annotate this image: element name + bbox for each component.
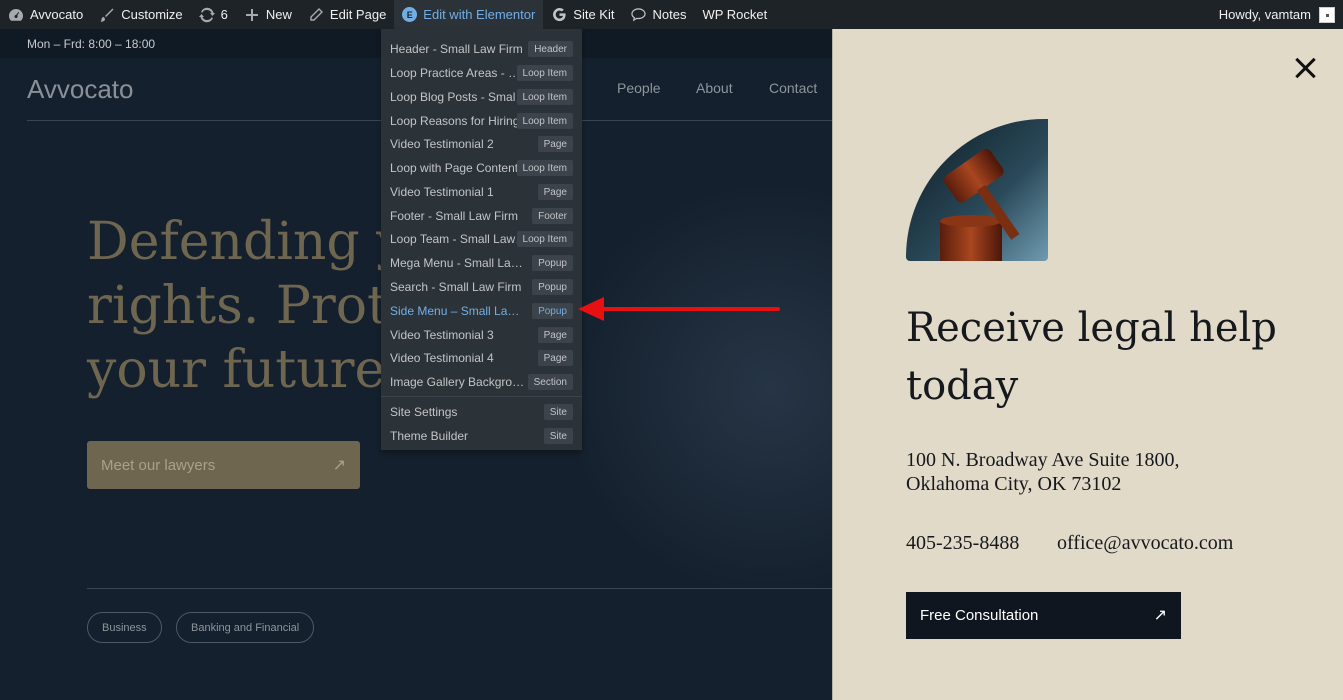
dropdown-item-mega-menu[interactable]: Mega Menu - Small Law Firm Popup xyxy=(381,251,582,275)
section-divider xyxy=(87,588,832,589)
free-consultation-button[interactable]: Free Consultation ↗ xyxy=(906,592,1181,639)
new-content-link[interactable]: New xyxy=(236,0,300,29)
dropdown-item-side-menu[interactable]: Side Menu – Small Law Firm Popup xyxy=(381,299,582,323)
edit-page-label: Edit Page xyxy=(329,7,387,22)
close-icon[interactable] xyxy=(1294,57,1316,79)
phone-link[interactable]: 405-235-8488 xyxy=(906,532,1019,555)
type-badge: Loop Item xyxy=(516,160,573,176)
side-menu-popup: Receive legal help today 100 N. Broadway… xyxy=(832,29,1343,700)
type-badge: Popup xyxy=(532,303,573,319)
admin-site-menu[interactable]: Avvocato xyxy=(0,0,91,29)
consultation-label: Free Consultation xyxy=(920,607,1039,624)
site-kit-label: Site Kit xyxy=(573,7,615,22)
account-menu[interactable]: Howdy, vamtam xyxy=(1218,6,1343,23)
updates-link[interactable]: 6 xyxy=(191,0,236,29)
dropdown-item-loop-practice[interactable]: Loop Practice Areas - Small Law Firm Loo… xyxy=(381,61,582,85)
dropdown-item-video-2[interactable]: Video Testimonial 2 Page xyxy=(381,132,582,156)
dropdown-item-video-4[interactable]: Video Testimonial 4 Page xyxy=(381,346,582,370)
dropdown-divider xyxy=(381,396,582,397)
cta-label: Meet our lawyers xyxy=(101,456,216,474)
dropdown-item-loop-blog[interactable]: Loop Blog Posts - Small Law Firm Loop It… xyxy=(381,85,582,109)
refresh-icon xyxy=(198,7,215,23)
notes-link[interactable]: Notes xyxy=(622,0,694,29)
dropdown-item-video-1[interactable]: Video Testimonial 1 Page xyxy=(381,180,582,204)
dropdown-item-search[interactable]: Search - Small Law Firm Popup xyxy=(381,275,582,299)
arrow-up-right-icon: ↗ xyxy=(332,457,346,474)
email-link[interactable]: office@avvocato.com xyxy=(1057,532,1233,555)
customize-link[interactable]: Customize xyxy=(91,0,190,29)
dropdown-item-loop-page-content[interactable]: Loop with Page Content Loop Item xyxy=(381,156,582,180)
type-badge: Loop Item xyxy=(516,231,573,247)
type-badge: Site xyxy=(543,404,573,420)
edit-page-link[interactable]: Edit Page xyxy=(300,0,394,29)
dashboard-icon xyxy=(8,7,24,23)
admin-bar: Avvocato Customize 6 New Edit Page E Edi… xyxy=(0,0,1343,29)
dropdown-item-loop-reasons[interactable]: Loop Reasons for Hiring Loop Item xyxy=(381,109,582,133)
customize-label: Customize xyxy=(121,7,183,22)
hours-text: Mon – Frd: 8:00 – 18:00 xyxy=(27,36,156,51)
notes-label: Notes xyxy=(652,7,687,22)
nav-contact[interactable]: Contact xyxy=(769,80,817,96)
tag-banking[interactable]: Banking and Financial xyxy=(176,612,315,643)
nav-about[interactable]: About xyxy=(696,80,733,96)
tag-business[interactable]: Business xyxy=(87,612,162,643)
dropdown-item-video-3[interactable]: Video Testimonial 3 Page xyxy=(381,323,582,347)
paintbrush-icon xyxy=(99,7,115,23)
type-badge: Loop Item xyxy=(516,113,573,129)
edit-elementor-label: Edit with Elementor xyxy=(423,7,536,22)
site-logo[interactable]: Avvocato xyxy=(27,74,133,105)
new-label: New xyxy=(265,7,292,22)
type-badge: Popup xyxy=(532,255,573,271)
dropdown-item-footer[interactable]: Footer - Small Law Firm Footer xyxy=(381,204,582,228)
dropdown-item-loop-team[interactable]: Loop Team - Small Law Firm Loop Item xyxy=(381,227,582,251)
type-badge: Page xyxy=(537,136,573,152)
site-kit-link[interactable]: Site Kit xyxy=(543,0,622,29)
type-badge: Loop Item xyxy=(516,65,573,81)
gavel-image xyxy=(906,119,1048,261)
wp-rocket-label: WP Rocket xyxy=(702,7,768,22)
pencil-icon xyxy=(308,7,324,23)
type-badge: Page xyxy=(537,350,573,366)
site-name: Avvocato xyxy=(30,7,84,22)
updates-count: 6 xyxy=(220,7,228,22)
nav-people[interactable]: People xyxy=(617,80,661,96)
dropdown-item-header[interactable]: Header - Small Law Firm Header xyxy=(381,37,582,61)
arrow-up-right-icon: ↗ xyxy=(1153,607,1167,624)
elementor-icon: E xyxy=(402,7,418,22)
avatar xyxy=(1319,6,1335,23)
google-g-icon xyxy=(551,7,567,23)
type-badge: Loop Item xyxy=(516,89,573,105)
plus-icon xyxy=(244,7,260,23)
red-arrow-annotation xyxy=(578,297,780,321)
wp-rocket-link[interactable]: WP Rocket xyxy=(694,0,775,29)
type-badge: Section xyxy=(527,374,573,390)
type-badge: Site xyxy=(543,428,573,444)
howdy-text: Howdy, vamtam xyxy=(1218,7,1311,22)
edit-with-elementor-menu[interactable]: E Edit with Elementor xyxy=(394,0,544,29)
dropdown-item-theme-builder[interactable]: Theme Builder Site xyxy=(381,424,582,448)
type-badge: Footer xyxy=(532,208,573,224)
type-badge: Page xyxy=(537,184,573,200)
elementor-dropdown: Header - Small Law Firm Header Loop Prac… xyxy=(381,29,582,450)
dropdown-item-site-settings[interactable]: Site Settings Site xyxy=(381,400,582,424)
type-badge: Header xyxy=(528,41,573,57)
type-badge: Page xyxy=(537,327,573,343)
popup-title: Receive legal help today xyxy=(906,305,1277,409)
address: 100 N. Broadway Ave Suite 1800, Oklahoma… xyxy=(906,449,1180,495)
speech-bubble-icon xyxy=(630,7,646,23)
dropdown-item-image-gallery[interactable]: Image Gallery Background Section xyxy=(381,370,582,394)
meet-lawyers-button[interactable]: Meet our lawyers ↗ xyxy=(87,441,360,489)
type-badge: Popup xyxy=(532,279,573,295)
